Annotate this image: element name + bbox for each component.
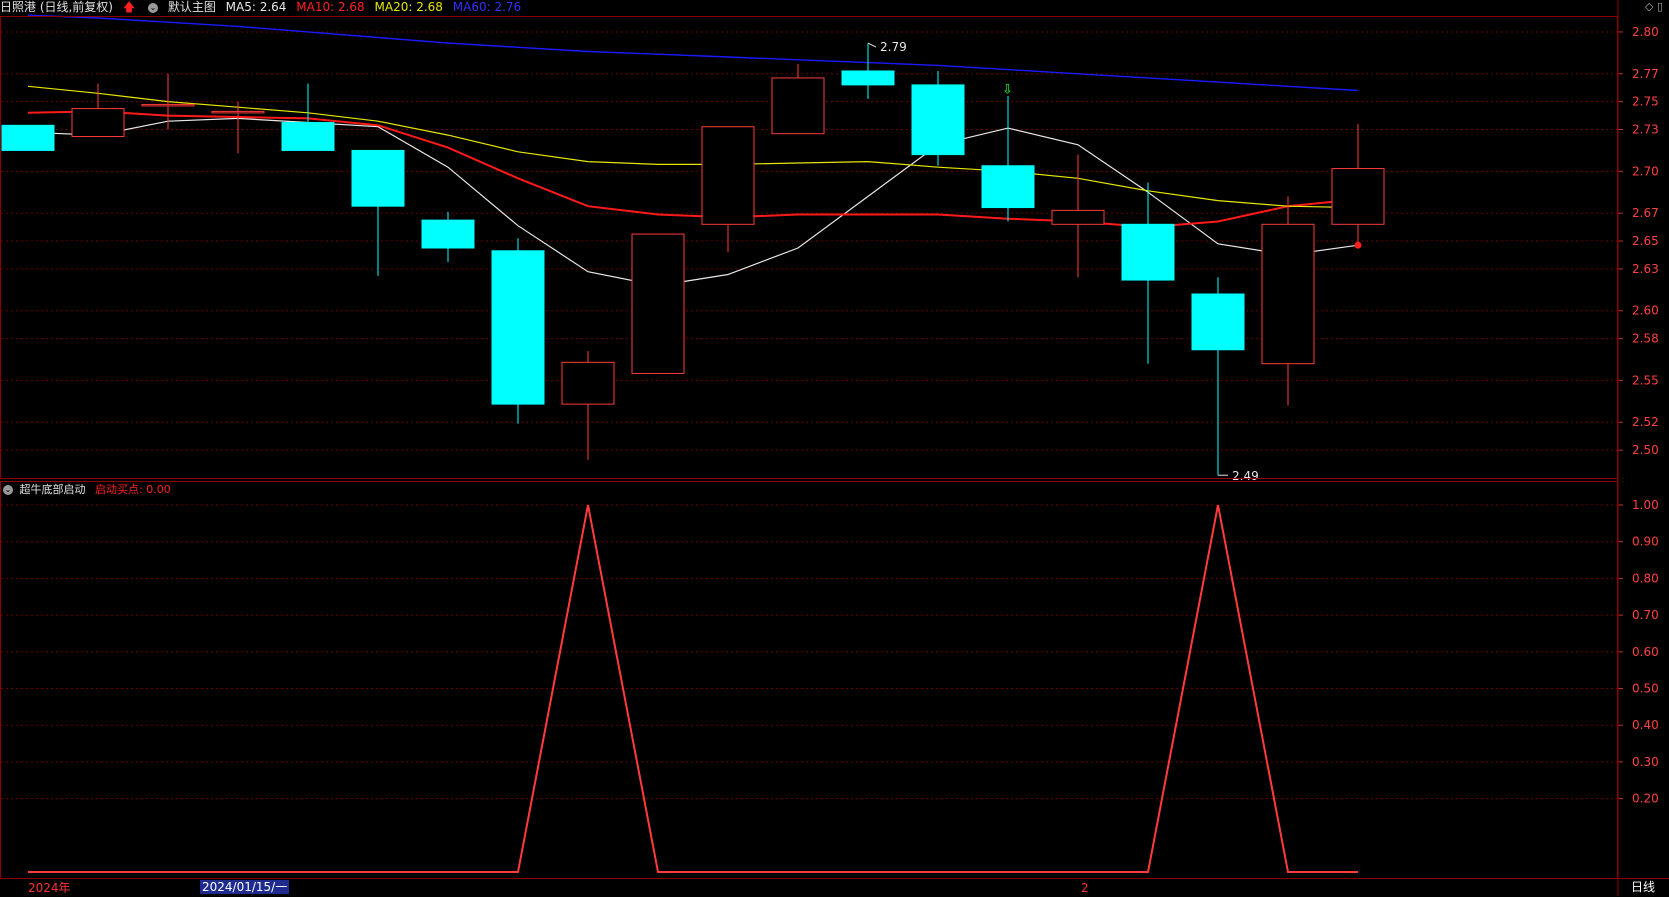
year-label: 2024年 — [28, 881, 71, 895]
candle-body — [561, 361, 615, 405]
candle-body — [141, 103, 195, 107]
price-tick-label: 2.70 — [1632, 164, 1659, 178]
candle — [1191, 277, 1245, 476]
panel-frames — [0, 0, 1669, 896]
indicator-tick-label: 0.50 — [1632, 682, 1659, 696]
ma10-line — [27, 110, 1359, 229]
window-icon[interactable]: ▯ — [1657, 0, 1663, 13]
high-label: 2.79 — [880, 40, 907, 54]
candle-body — [351, 149, 405, 207]
indicator-tick-label: 0.70 — [1632, 608, 1659, 622]
candle — [1331, 123, 1385, 246]
candle — [631, 233, 685, 374]
price-tick-label: 2.77 — [1632, 67, 1659, 81]
indicator-name[interactable]: 超牛底部启动 — [20, 483, 86, 496]
stock-title[interactable]: 日照港 (日线,前复权) — [0, 0, 113, 14]
indicator-tick-label: 0.30 — [1632, 755, 1659, 769]
candle-body — [981, 165, 1035, 209]
up-arrow-icon: 🡅 — [122, 0, 136, 14]
indicator-panel-border — [0, 481, 1618, 879]
ma20-label: MA20: 2.68 — [374, 0, 443, 14]
price-tick-label: 2.60 — [1632, 304, 1659, 318]
candle — [561, 351, 615, 460]
price-tick-label: 2.63 — [1632, 262, 1659, 276]
candle — [1261, 196, 1315, 406]
candle-body — [1, 124, 55, 151]
chevron-down-icon[interactable]: ⌄ — [148, 2, 158, 13]
candle-body — [841, 70, 895, 86]
last-price-dot — [1354, 241, 1362, 249]
price-tick-label: 2.73 — [1632, 123, 1659, 137]
indicator-tick-label: 0.80 — [1632, 571, 1659, 585]
candle-body — [701, 126, 755, 225]
candle — [421, 211, 475, 262]
candle-body — [911, 84, 965, 156]
candle — [981, 96, 1035, 222]
ma60-line — [27, 14, 1359, 92]
candle — [771, 64, 825, 135]
candle-body — [71, 108, 125, 137]
ma10-label: MA10: 2.68 — [296, 0, 365, 14]
candle-body — [491, 250, 545, 405]
indicator-tick-label: 0.40 — [1632, 718, 1659, 732]
candle — [701, 126, 755, 253]
candle-body — [1121, 223, 1175, 281]
candle — [491, 238, 545, 424]
buy-signal-arrow-icon: ⇩ — [1002, 82, 1013, 97]
candle-body — [281, 122, 335, 151]
candle — [281, 83, 335, 151]
indicator-value: 启动买点: 0.00 — [95, 483, 171, 496]
diamond-icon[interactable]: ◇ — [1645, 0, 1653, 13]
price-axis: 2.80 2.77 2.75 2.73 2.70 2.67 2.65 2.63 2.60 2.58… — [1618, 25, 1659, 457]
indicator-tick-label: 0.20 — [1632, 792, 1659, 806]
candle-body — [1191, 293, 1245, 351]
candle-body — [631, 233, 685, 374]
period-selector[interactable]: 日线 — [1631, 880, 1655, 894]
panel-controls: ◇ ▯ — [1645, 0, 1663, 13]
price-tick-label: 2.65 — [1632, 234, 1659, 248]
candles[interactable] — [1, 43, 1385, 476]
candle-body — [1331, 168, 1385, 225]
chevron-down-icon[interactable]: ⌄ — [3, 485, 13, 495]
indicator-header: ⌄ 超牛底部启动 启动买点: 0.00 — [0, 483, 171, 497]
stock-chart[interactable]: 2.80 2.77 2.75 2.73 2.70 2.67 2.65 2.63 2.60 2.58… — [0, 0, 1669, 896]
ma60-label: MA60: 2.76 — [452, 0, 522, 14]
indicator-grid — [1, 504, 1617, 800]
indicator-tick-label: 0.60 — [1632, 645, 1659, 659]
cursor-date: 2024/01/15/一 — [200, 880, 290, 894]
chart-header: 日照港 (日线,前复权) 🡅 ⌄ 默认主图 MA5: 2.64 MA10: 2.… — [0, 0, 527, 14]
ma5-label: MA5: 2.64 — [225, 0, 287, 14]
price-tick-label: 2.80 — [1632, 25, 1659, 39]
indicator-tick-label: 1.00 — [1632, 498, 1659, 512]
candle-body — [1261, 223, 1315, 365]
price-tick-label: 2.75 — [1632, 95, 1659, 109]
price-tick-label: 2.58 — [1632, 332, 1659, 346]
candle — [1121, 182, 1175, 364]
candle-body — [211, 110, 265, 114]
month-label: 2 — [1081, 881, 1089, 895]
indicator-axis: 1.00 0.90 0.80 0.70 0.60 0.50 0.40 0.30 0.20 — [1618, 498, 1659, 806]
price-tick-label: 2.52 — [1632, 415, 1659, 429]
template-selector[interactable]: 默认主图 — [168, 0, 216, 14]
price-tick-label: 2.67 — [1632, 206, 1659, 220]
candle-body — [421, 219, 475, 249]
candle-body — [1051, 209, 1105, 225]
high-pointer — [867, 42, 877, 48]
candle-body — [771, 77, 825, 135]
indicator-tick-label: 0.90 — [1632, 535, 1659, 549]
price-tick-label: 2.50 — [1632, 443, 1659, 457]
price-tick-label: 2.55 — [1632, 373, 1659, 387]
candle — [911, 70, 965, 166]
ma20-line — [27, 85, 1359, 209]
candle — [211, 101, 265, 154]
candle — [1, 124, 55, 151]
candle — [1051, 154, 1105, 278]
